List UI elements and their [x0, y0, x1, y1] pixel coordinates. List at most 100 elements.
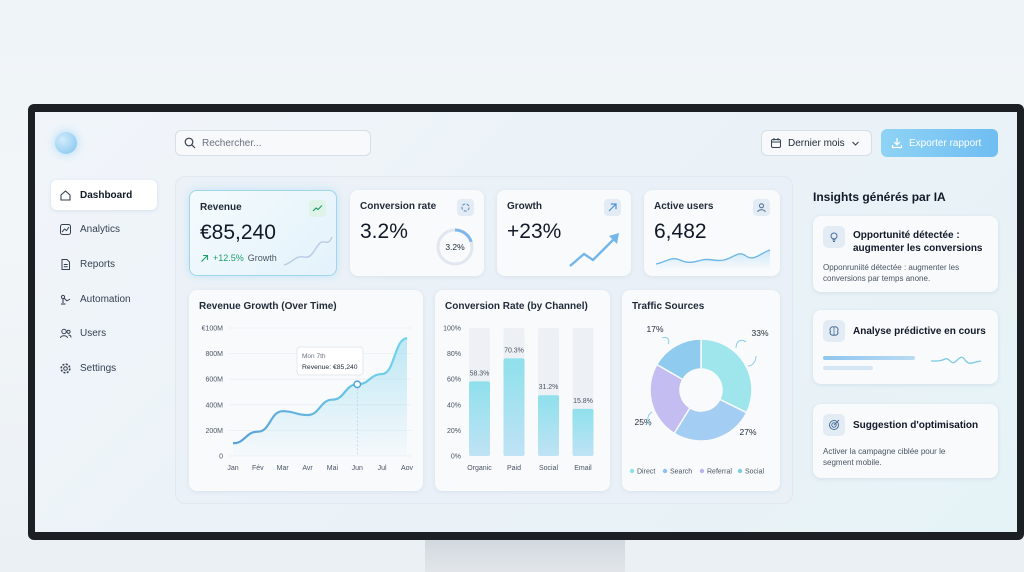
insight-card-predictive[interactable]: Analyse prédictive en cours [813, 310, 998, 384]
pie-slice-label: 27% [739, 427, 756, 437]
growth-arrow-chart [569, 233, 619, 267]
brain-icon [823, 320, 845, 342]
sidebar-item-automation[interactable]: Automation [51, 284, 157, 314]
x-tick-label: Mar [277, 465, 290, 472]
insight-title: Suggestion d'optimisation [853, 420, 979, 431]
y-tick-label: 200M [205, 428, 223, 435]
kpi-card-growth[interactable]: Growth +23% [497, 190, 631, 276]
calendar-icon [771, 138, 781, 148]
legend-label: Search [670, 469, 692, 476]
robot-arm-icon [60, 294, 71, 305]
insight-text-line: segment mobile. [823, 458, 882, 467]
sidebar-item-label: Analytics [80, 224, 121, 236]
x-tick-label: Jun [352, 465, 363, 472]
period-label: Dernier mois [788, 137, 845, 149]
insight-title-line2: augmenter les conversions [853, 243, 983, 254]
users-icon [60, 329, 72, 339]
chart-title: Traffic Sources [632, 301, 705, 312]
bar[interactable] [469, 381, 490, 456]
download-icon [891, 138, 903, 149]
kpi-card-conversion[interactable]: Conversion rate 3.2% 3.2% [350, 190, 484, 276]
y-tick-label: €100M [202, 326, 224, 333]
sidebar-item-settings[interactable]: Settings [51, 353, 157, 383]
y-tick-label: 0% [451, 454, 461, 461]
y-tick-label: 20% [447, 428, 461, 435]
dashboard-screen: Dernier mois Exporter rapport Dashboard … [35, 112, 1017, 532]
kpi-value: +23% [507, 220, 562, 243]
arrow-up-right-icon [201, 254, 209, 262]
bar-value-label: 58.3% [470, 370, 490, 377]
conversion-channel-chart-card: Conversion Rate (by Channel) 100% 80% 60% 4… [435, 290, 610, 491]
conversion-ring: 3.2% [436, 228, 474, 266]
x-tick-label: Social [539, 465, 559, 472]
insight-text: Activer la campagne ciblée pour le segme… [823, 446, 945, 468]
revenue-growth-chart: €100M 800M 600M 400M 200M 0 Jan Fév Mar Avr Mai Jun… [202, 326, 414, 473]
target-icon [823, 414, 845, 436]
sidebar-item-users[interactable]: Users [51, 319, 157, 349]
legend-label: Social [745, 469, 765, 476]
legend-label: Referral [707, 469, 732, 476]
tooltip-value: Revenue: €85,240 [302, 364, 358, 371]
traffic-sources-chart: 33%27%25%17% Direct Search Referral Social [629, 324, 769, 476]
revenue-tooltip: Mon 7th Revenue: €85,240 [296, 346, 364, 376]
legend-swatch [629, 468, 635, 474]
chart-title: Conversion Rate (by Channel) [445, 301, 588, 312]
refresh-icon [457, 199, 474, 216]
predictive-progress-bar-secondary [823, 366, 873, 370]
conversion-channel-chart: 100% 80% 60% 40% 20% 0% 58.3% Organic 70.3% Paid… [443, 326, 594, 472]
chevron-down-icon [851, 141, 859, 146]
predictive-progress-bar [823, 356, 915, 360]
bar[interactable] [503, 358, 525, 456]
arrow-up-right-icon [604, 199, 621, 216]
x-tick-label: Avr [302, 465, 313, 472]
sidebar-item-dashboard[interactable]: Dashboard [51, 180, 157, 210]
tooltip-date: Mon 7th [302, 353, 326, 360]
kpi-card-active-users[interactable]: Active users 6,482 [644, 190, 780, 276]
x-tick-label: Jul [378, 465, 387, 472]
search-icon [184, 137, 196, 149]
kpi-title: Growth [507, 201, 542, 212]
legend-swatch [662, 468, 668, 474]
insight-text-line: conversions par temps anone. [823, 274, 931, 283]
sidebar-item-reports[interactable]: Reports [51, 249, 157, 279]
dashboard-panel: Revenue €85,240 +12.5% Growth Conversion… [175, 176, 793, 504]
revenue-sparkline [283, 236, 333, 266]
conversion-ring-label: 3.2% [445, 242, 465, 252]
sidebar-item-label: Settings [80, 362, 117, 374]
lightbulb-icon [823, 226, 845, 248]
kpi-card-revenue[interactable]: Revenue €85,240 +12.5% Growth [189, 190, 337, 276]
insight-title: Opportunité détectée : [853, 230, 960, 241]
bar[interactable] [538, 395, 559, 456]
period-selector[interactable]: Dernier mois [761, 130, 872, 156]
trend-icon [309, 200, 326, 217]
sidebar-item-analytics[interactable]: Analytics [51, 215, 157, 245]
insight-text-line: Opponruniité détectée : augmenter les [823, 263, 960, 272]
revenue-highlight-point[interactable] [353, 380, 362, 389]
export-report-button[interactable]: Exporter rapport [881, 129, 998, 157]
export-label: Exporter rapport [909, 137, 982, 149]
insight-card-optimization[interactable]: Suggestion d'optimisation Activer la cam… [813, 404, 998, 478]
y-tick-label: 40% [447, 402, 461, 409]
legend-swatch [699, 468, 705, 474]
bar-value-label: 70.3% [504, 347, 524, 354]
x-tick-label: Email [574, 465, 592, 472]
y-tick-label: 400M [205, 402, 223, 409]
insight-text: Opponruniité détectée : augmenter les co… [823, 262, 959, 284]
document-icon [61, 258, 70, 270]
bar[interactable] [572, 408, 594, 456]
legend-label: Direct [637, 469, 655, 476]
search-box[interactable] [175, 130, 371, 156]
kpi-title: Active users [654, 201, 714, 212]
insight-text-line: Activer la campagne ciblée pour le [823, 447, 946, 456]
y-tick-label: 80% [447, 351, 461, 358]
monitor-stand [425, 536, 625, 572]
kpi-delta-value: +12.5% [213, 253, 244, 263]
insight-card-opportunity[interactable]: Opportunité détectée : augmenter les con… [813, 216, 998, 292]
sidebar-item-label: Automation [80, 293, 131, 305]
bar-value-label: 15.8% [573, 398, 593, 405]
kpi-value: €85,240 [200, 221, 276, 244]
pie-slice[interactable] [700, 338, 753, 414]
users-sparkline [655, 249, 771, 270]
insights-title: Insights générés par IA [813, 190, 946, 204]
search-input[interactable] [202, 137, 362, 149]
